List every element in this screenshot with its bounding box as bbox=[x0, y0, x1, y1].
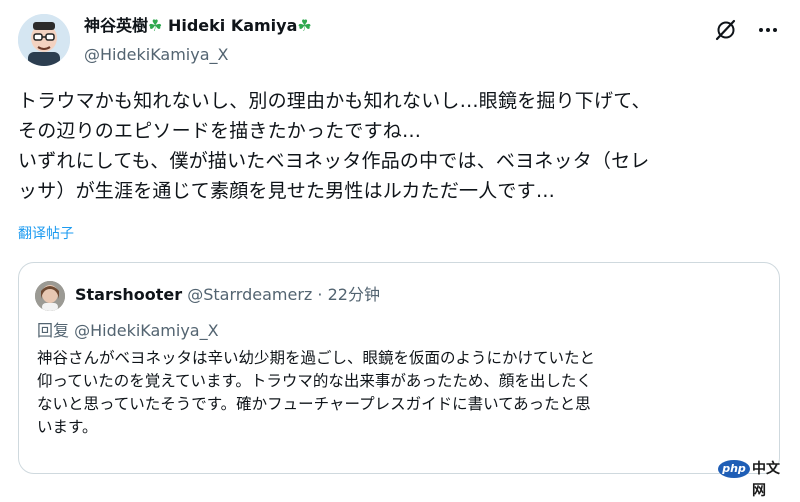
tweet-text: トラウマかも知れないし、別の理由かも知れないし…眼鏡を掘り下げて、 その辺りのエ… bbox=[18, 86, 782, 206]
translate-post-link[interactable]: 翻译帖子 bbox=[18, 224, 74, 244]
quote-text: 神谷さんがベヨネッタは辛い幼少期を過ごし、眼鏡を仮面のようにかけていたと 仰って… bbox=[37, 347, 767, 439]
quote-line: います。 bbox=[37, 418, 98, 436]
author-handle[interactable]: @HidekiKamiya_X bbox=[84, 44, 228, 66]
quote-line: ないと思っていたそうです。確かフューチャープレスガイドに書いてあったと思 bbox=[37, 395, 591, 413]
author-name[interactable]: 神谷英樹 bbox=[84, 16, 148, 35]
author-name-en[interactable]: Hideki Kamiya bbox=[168, 16, 297, 35]
watermark-text: 中文网 bbox=[752, 461, 780, 499]
quote-time[interactable]: 22分钟 bbox=[328, 285, 380, 304]
tweet-line: その辺りのエピソードを描きたかったですね… bbox=[18, 120, 422, 142]
watermark: php 中文网 bbox=[718, 458, 792, 499]
author-avatar[interactable] bbox=[18, 14, 70, 66]
quote-avatar[interactable] bbox=[35, 281, 65, 311]
quote-author-handle[interactable]: @Starrdeamerz bbox=[187, 285, 312, 304]
tweet-line: いずれにしても、僕が描いたベヨネッタ作品の中では、ベヨネッタ（セレ bbox=[18, 150, 650, 172]
quote-avatar-image bbox=[35, 281, 65, 311]
tweet-actions-top bbox=[712, 16, 782, 44]
quote-header: Starshooter @Starrdeamerz · 22分钟 bbox=[75, 283, 380, 307]
quote-line: 仰っていたのを覚えています。トラウマ的な出来事があったため、顔を出したく bbox=[37, 372, 592, 390]
quote-reply-to[interactable]: 回复 @HidekiKamiya_X bbox=[37, 319, 219, 343]
quote-author-name[interactable]: Starshooter bbox=[75, 285, 182, 304]
tweet-line: トラウマかも知れないし、別の理由かも知れないし…眼鏡を掘り下げて、 bbox=[18, 90, 651, 112]
meta-separator: · bbox=[317, 285, 323, 304]
avatar-illustration bbox=[18, 14, 70, 66]
author-name-line[interactable]: 神谷英樹☘ Hideki Kamiya☘ bbox=[84, 15, 312, 37]
more-icon[interactable] bbox=[754, 16, 782, 44]
clover-icon: ☘ bbox=[148, 16, 163, 35]
tweet-line: ッサ）が生涯を通じて素顔を見せた男性はルカただ一人です… bbox=[18, 180, 556, 202]
grok-icon[interactable] bbox=[712, 16, 740, 44]
quote-line: 神谷さんがベヨネッタは辛い幼少期を過ごし、眼鏡を仮面のようにかけていたと bbox=[37, 349, 596, 367]
clover-icon: ☘ bbox=[297, 16, 312, 35]
watermark-logo: php bbox=[718, 460, 750, 478]
quoted-tweet[interactable]: Starshooter @Starrdeamerz · 22分钟 回复 @Hid… bbox=[18, 262, 780, 474]
